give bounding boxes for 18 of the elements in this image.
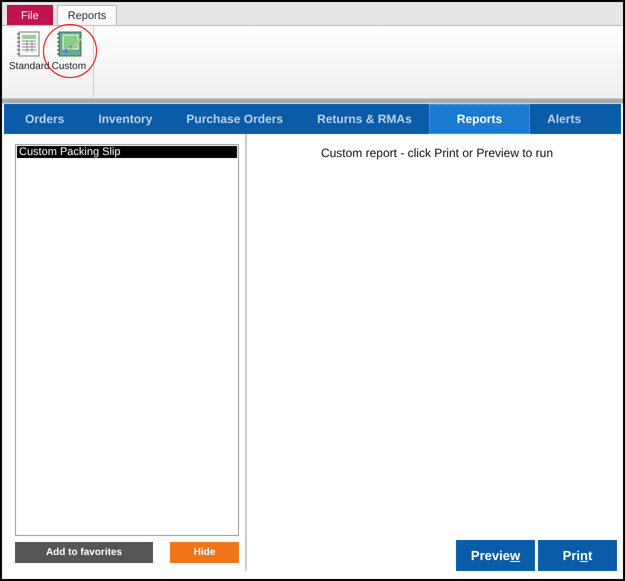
print-button[interactable]: Print	[538, 540, 617, 571]
nav-tab[interactable]: Alerts	[530, 104, 598, 134]
nav-tab[interactable]: Reports	[428, 104, 530, 134]
nav-tab[interactable]: Returns & RMAs	[300, 104, 429, 134]
nav-tab[interactable]: Purchase Orders	[169, 104, 300, 134]
status-message: Custom report - click Print or Preview to run	[320, 146, 554, 162]
list-item[interactable]: Custom Packing Slip	[17, 146, 237, 158]
report-list[interactable]: Custom Packing Slip	[15, 144, 239, 536]
wizard-report-icon	[56, 30, 82, 58]
table-report-icon	[16, 30, 42, 58]
nav-tab[interactable]: Orders	[8, 104, 82, 134]
ribbon-button[interactable]: Standard	[9, 30, 50, 74]
preview-button[interactable]: Preview	[456, 540, 535, 571]
file-tab[interactable]: File	[7, 5, 53, 25]
ribbon-button[interactable]: Custom	[52, 30, 86, 74]
favorites-button[interactable]: Add to favorites	[15, 542, 153, 563]
nav-tab[interactable]: Inventory	[81, 104, 170, 134]
ribbon-tab[interactable]: Reports	[56, 5, 118, 25]
